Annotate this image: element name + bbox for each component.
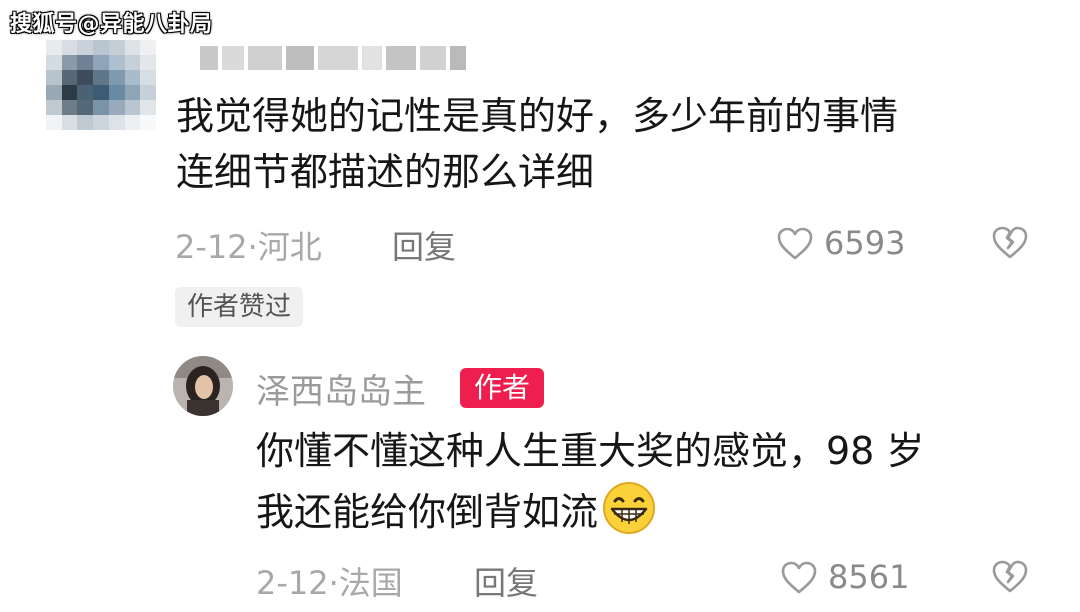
reply-like-button[interactable]: 8561 <box>780 558 909 596</box>
like-button[interactable]: 6593 <box>776 224 905 262</box>
comment-text-line-2: 连细节都描述的那么详细 <box>176 150 595 194</box>
commenter-username-redacted[interactable] <box>200 40 470 76</box>
reply-text-line-2: 我还能给你倒背如流 <box>256 490 599 534</box>
comment-text-line-1: 我觉得她的记性是真的好，多少年前的事情 <box>176 94 899 138</box>
grinning-face-icon <box>602 481 656 535</box>
broken-heart-outline-icon[interactable] <box>990 224 1030 260</box>
watermark-text: 搜狐号@异能八卦局 <box>10 12 213 37</box>
heart-outline-icon <box>776 226 814 260</box>
author-badge: 作者 <box>460 368 544 408</box>
commenter-avatar[interactable] <box>46 40 156 130</box>
heart-outline-icon <box>780 560 818 594</box>
like-count: 6593 <box>824 224 906 262</box>
reply-button[interactable]: 回复 <box>392 222 456 268</box>
reply-text-line-1: 你懂不懂这种人生重大奖的感觉，98 岁 <box>256 429 925 473</box>
author-liked-badge: 作者赞过 <box>175 287 304 327</box>
author-username[interactable]: 泽西岛岛主 <box>256 364 426 413</box>
reply-date-location: 2-12·法国 <box>256 564 403 602</box>
comment-date-location: 2-12·河北 <box>175 228 322 266</box>
broken-heart-outline-icon[interactable] <box>990 558 1030 594</box>
reply-reply-button[interactable]: 回复 <box>474 558 538 604</box>
reply-text-line-2-wrap: 我还能给你倒背如流 <box>256 481 656 540</box>
author-avatar[interactable] <box>173 356 233 416</box>
reply-like-count: 8561 <box>828 558 910 596</box>
